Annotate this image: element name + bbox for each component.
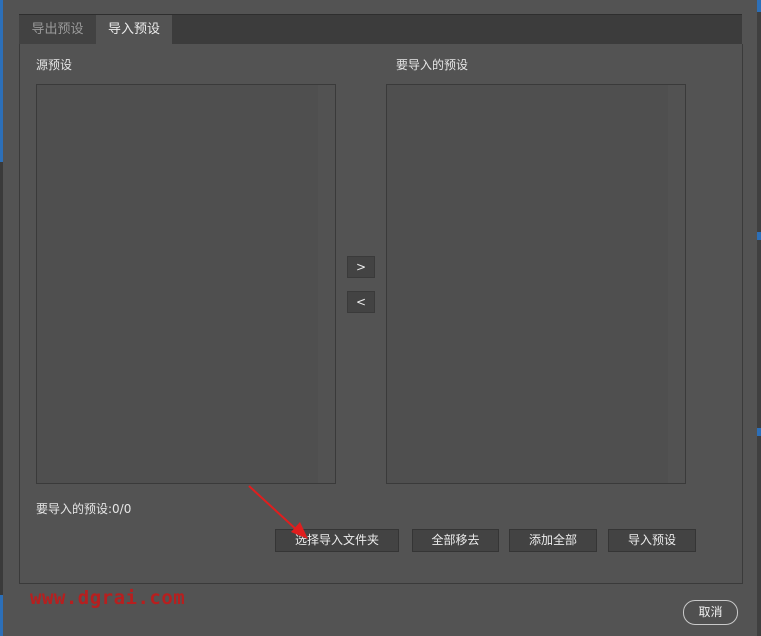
remove-all-button[interactable]: 全部移去 <box>412 529 499 552</box>
right-edge-accent <box>757 0 761 12</box>
tab-strip: 导出预设 导入预设 <box>19 14 742 46</box>
source-presets-list[interactable] <box>36 84 336 484</box>
right-edge-accent-low <box>757 428 761 436</box>
source-presets-label: 源预设 <box>36 58 73 72</box>
select-import-folder-button[interactable]: 选择导入文件夹 <box>275 529 399 552</box>
tab-export-presets[interactable]: 导出预设 <box>19 15 97 45</box>
left-edge-accent <box>0 0 3 162</box>
target-list-scrollbar[interactable] <box>668 85 685 483</box>
cancel-button[interactable]: 取消 <box>683 600 738 625</box>
window-left-edge <box>0 0 3 636</box>
import-presets-button[interactable]: 导入预设 <box>608 529 696 552</box>
watermark-text: www.dgrai.com <box>30 587 186 609</box>
remove-selected-button[interactable]: < <box>347 291 375 313</box>
left-edge-accent-bottom <box>0 595 3 636</box>
right-edge-accent-mid <box>757 232 761 240</box>
tab-import-presets[interactable]: 导入预设 <box>96 15 172 46</box>
add-selected-button[interactable]: > <box>347 256 375 278</box>
import-count-status: 要导入的预设:0/0 <box>36 502 132 516</box>
add-all-button[interactable]: 添加全部 <box>509 529 597 552</box>
target-presets-list[interactable] <box>386 84 686 484</box>
window-right-edge <box>757 0 761 636</box>
source-list-scrollbar[interactable] <box>318 85 335 483</box>
target-presets-label: 要导入的预设 <box>396 58 469 72</box>
import-presets-panel: 源预设 要导入的预设 > < 要导入的预设:0/0 选择导入文件夹 全部移去 添… <box>19 44 743 584</box>
